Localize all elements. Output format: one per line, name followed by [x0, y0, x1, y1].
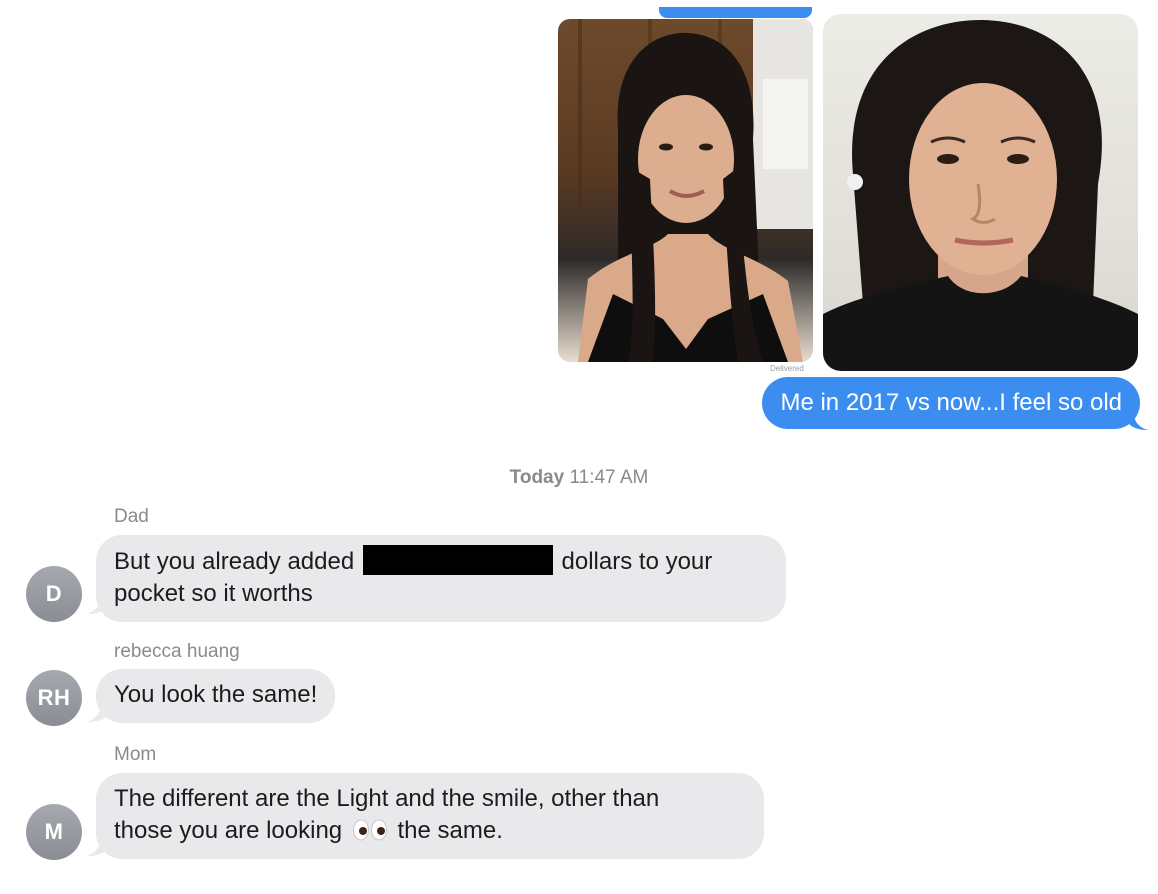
message-bubble-rebecca-huang[interactable]: You look the same!: [96, 669, 336, 723]
redacted-amount: [362, 545, 553, 575]
conversation-timestamp: Today 11:47 AM: [0, 467, 1158, 489]
message-text: The different are the Light and the smil…: [114, 785, 660, 812]
message-text: But you already added: [114, 548, 355, 575]
previous-message-bubble-edge: [659, 7, 812, 18]
message-text: dollars to your: [561, 548, 713, 575]
avatar-mom[interactable]: M: [26, 804, 82, 860]
timestamp-time: 11:47 AM: [569, 467, 649, 488]
timestamp-day: Today: [509, 467, 565, 488]
avatar-dad[interactable]: D: [26, 566, 82, 622]
eyes-icon: [352, 819, 387, 841]
message-bubble-mom[interactable]: The different are the Light and the smil…: [96, 773, 764, 859]
sent-message-bubble[interactable]: Me in 2017 vs now...I feel so old: [762, 377, 1140, 429]
sender-name-mom: Mom: [114, 744, 157, 765]
sent-photo-2017[interactable]: [558, 19, 813, 362]
sent-photo-now[interactable]: [823, 14, 1138, 371]
sender-name-dad: Dad: [114, 506, 149, 527]
delivered-status: Delivered: [770, 364, 804, 373]
message-text: those you are looking: [114, 817, 343, 844]
message-text: the same.: [397, 817, 503, 844]
message-text: pocket so it worths: [114, 580, 313, 607]
sent-bubble-tail: [1128, 414, 1148, 430]
message-text: You look the same!: [114, 681, 318, 708]
avatar-rebecca-huang[interactable]: RH: [26, 670, 82, 726]
sender-name-rebecca-huang: rebecca huang: [114, 641, 240, 662]
message-bubble-dad[interactable]: But you already added dollars to your po…: [96, 535, 786, 622]
